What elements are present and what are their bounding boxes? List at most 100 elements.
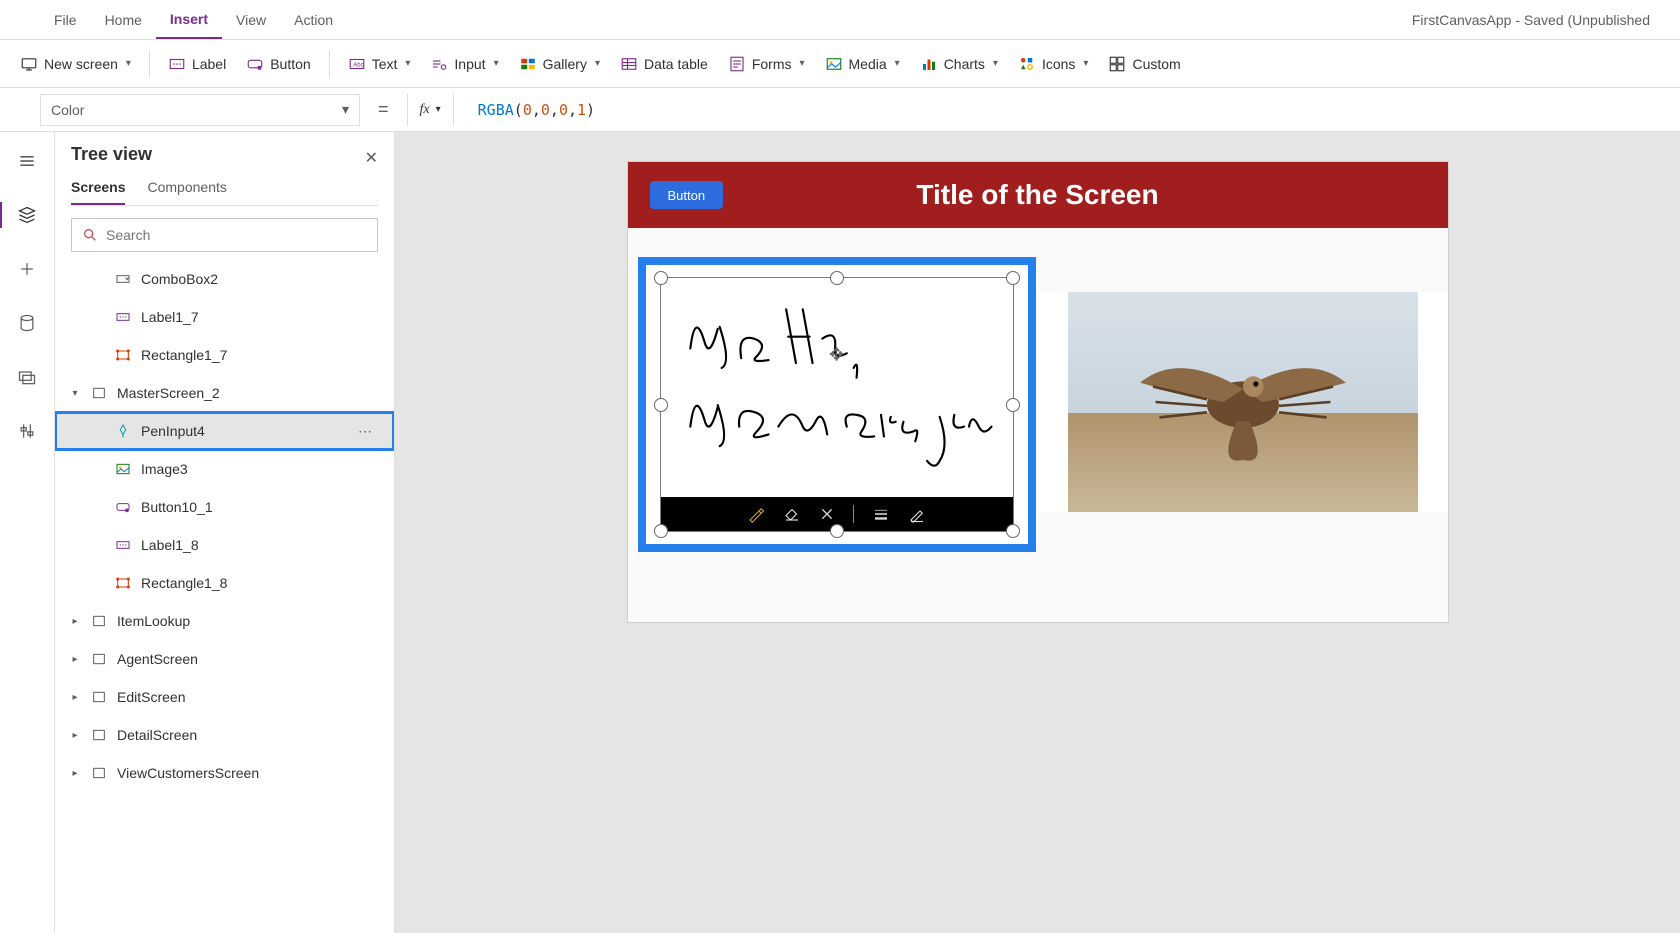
media-rail-icon[interactable] — [16, 366, 38, 388]
tree-item-label1_8[interactable]: Label1_8 — [55, 526, 394, 564]
menu-view[interactable]: View — [222, 0, 280, 39]
tree-view-rail-icon[interactable] — [16, 204, 38, 226]
new-screen-button[interactable]: New screen▾ — [10, 46, 141, 82]
resize-handle-bm[interactable] — [830, 524, 844, 538]
left-rail — [0, 132, 55, 933]
chevron-icon: ▸ — [69, 654, 81, 665]
insert-text-button[interactable]: Abc Text▾ — [338, 46, 421, 82]
pen-erase-tool[interactable] — [783, 505, 801, 523]
resize-handle-bl[interactable] — [654, 524, 668, 538]
tree-item-detailscreen[interactable]: ▸DetailScreen — [55, 716, 394, 754]
chevron-icon: ▸ — [69, 616, 81, 627]
custom-icon — [1108, 55, 1126, 73]
resize-handle-tl[interactable] — [654, 271, 668, 285]
tree-item-editscreen[interactable]: ▸EditScreen — [55, 678, 394, 716]
tree-item-label: Label1_8 — [141, 537, 199, 553]
resize-handle-mr[interactable] — [1006, 398, 1020, 412]
insert-button-button[interactable]: Button — [236, 46, 320, 82]
canvas-area[interactable]: Button Title of the Screen — [395, 132, 1680, 933]
image-icon — [115, 461, 131, 477]
tree-item-rectangle1_7[interactable]: Rectangle1_7 — [55, 336, 394, 374]
label-icon — [115, 537, 131, 553]
pen-lineweight-tool[interactable] — [872, 505, 890, 523]
insert-icons-button[interactable]: Icons▾ — [1008, 46, 1099, 82]
tree-item-label: MasterScreen_2 — [117, 385, 220, 401]
tree-view-tabs: Screens Components — [71, 179, 378, 206]
insert-forms-button[interactable]: Forms▾ — [718, 46, 815, 82]
tree-item-label: Rectangle1_7 — [141, 347, 227, 363]
resize-handle-tr[interactable] — [1006, 271, 1020, 285]
move-cursor-icon: ✥ — [829, 344, 844, 365]
pen-clear-tool[interactable] — [819, 506, 835, 522]
menu-insert[interactable]: Insert — [156, 0, 222, 39]
search-box[interactable] — [71, 218, 378, 252]
hamburger-icon[interactable] — [16, 150, 38, 172]
insert-custom-button[interactable]: Custom — [1098, 46, 1190, 82]
screen-header-rectangle: Button Title of the Screen — [628, 162, 1448, 228]
insert-charts-button[interactable]: Charts▾ — [910, 46, 1008, 82]
menu-home[interactable]: Home — [91, 0, 156, 39]
pen-color-tool[interactable] — [908, 505, 926, 523]
formula-bar: Color▾ = fx▾ RGBA(0, 0, 0, 1) — [0, 88, 1680, 132]
forms-icon — [728, 55, 746, 73]
insert-label-button[interactable]: Label — [158, 46, 236, 82]
insert-media-button[interactable]: Media▾ — [815, 46, 910, 82]
resize-handle-br[interactable] — [1006, 524, 1020, 538]
tree-item-combobox2[interactable]: ComboBox2 — [55, 260, 394, 298]
screen-icon — [91, 385, 107, 401]
canvas-title-label: Title of the Screen — [628, 179, 1448, 211]
rectangle-icon — [115, 575, 131, 591]
combobox-icon — [115, 271, 131, 287]
close-button[interactable]: ✕ — [361, 144, 382, 172]
tree-item-masterscreen_2[interactable]: ▾MasterScreen_2 — [55, 374, 394, 412]
icons-icon — [1018, 55, 1036, 73]
tree-item-viewcustomersscreen[interactable]: ▸ ViewCustomersScreen — [55, 754, 394, 792]
tree-item-label: ViewCustomersScreen — [117, 765, 259, 781]
tab-components[interactable]: Components — [147, 179, 226, 205]
resize-handle-tm[interactable] — [830, 271, 844, 285]
input-icon — [430, 55, 448, 73]
canvas-image-control[interactable] — [1068, 292, 1418, 512]
advanced-rail-icon[interactable] — [16, 420, 38, 442]
pen-icon — [115, 423, 131, 439]
menu-action[interactable]: Action — [280, 0, 347, 39]
top-menu-bar: File Home Insert View Action FirstCanvas… — [0, 0, 1680, 40]
tree-view-title: Tree view — [71, 144, 378, 165]
tree-item-peninput4[interactable]: PenInput4⋯ — [55, 412, 394, 450]
tree-item-agentscreen[interactable]: ▸ AgentScreen — [55, 640, 394, 678]
tree-item-button10_1[interactable]: Button10_1 — [55, 488, 394, 526]
property-selector[interactable]: Color▾ — [40, 94, 360, 126]
more-options-button[interactable]: ⋯ — [358, 423, 374, 440]
tree-item-label: AgentScreen — [117, 651, 198, 667]
pen-draw-tool[interactable] — [747, 505, 765, 523]
button-icon — [115, 499, 131, 515]
tree-item-image3[interactable]: Image3 — [55, 450, 394, 488]
data-rail-icon[interactable] — [16, 312, 38, 334]
canvas-screen[interactable]: Button Title of the Screen — [628, 162, 1448, 622]
insert-datatable-button[interactable]: Data table — [610, 46, 718, 82]
chevron-icon: ▸ — [69, 692, 81, 703]
datatable-icon — [620, 55, 638, 73]
media-icon — [825, 55, 843, 73]
formula-input[interactable]: RGBA(0, 0, 0, 1) — [466, 101, 1664, 119]
tree-item-label: Rectangle1_8 — [141, 575, 227, 591]
tree-list: ComboBox2 Label1_7 Rectangle1_7 ▾MasterScre… — [55, 260, 394, 933]
tab-screens[interactable]: Screens — [71, 179, 125, 205]
tree-item-rectangle1_8[interactable]: Rectangle1_8 — [55, 564, 394, 602]
formula-fx-button[interactable]: fx▾ — [407, 94, 454, 126]
resize-handle-ml[interactable] — [654, 398, 668, 412]
insert-gallery-button[interactable]: Gallery▾ — [509, 46, 610, 82]
pen-input-control[interactable]: ✥ — [638, 257, 1036, 552]
insert-input-button[interactable]: Input▾ — [420, 46, 508, 82]
search-icon — [82, 227, 98, 243]
tree-item-label: Image3 — [141, 461, 188, 477]
canvas-button-control[interactable]: Button — [650, 181, 724, 209]
insert-rail-icon[interactable] — [16, 258, 38, 280]
chevron-icon: ▸ — [69, 768, 81, 779]
search-input[interactable] — [106, 227, 367, 243]
tree-item-itemlookup[interactable]: ▸ItemLookup — [55, 602, 394, 640]
tree-item-label1_7[interactable]: Label1_7 — [55, 298, 394, 336]
menu-file[interactable]: File — [40, 0, 91, 39]
screen-icon — [91, 651, 107, 667]
tree-item-label: ComboBox2 — [141, 271, 218, 287]
